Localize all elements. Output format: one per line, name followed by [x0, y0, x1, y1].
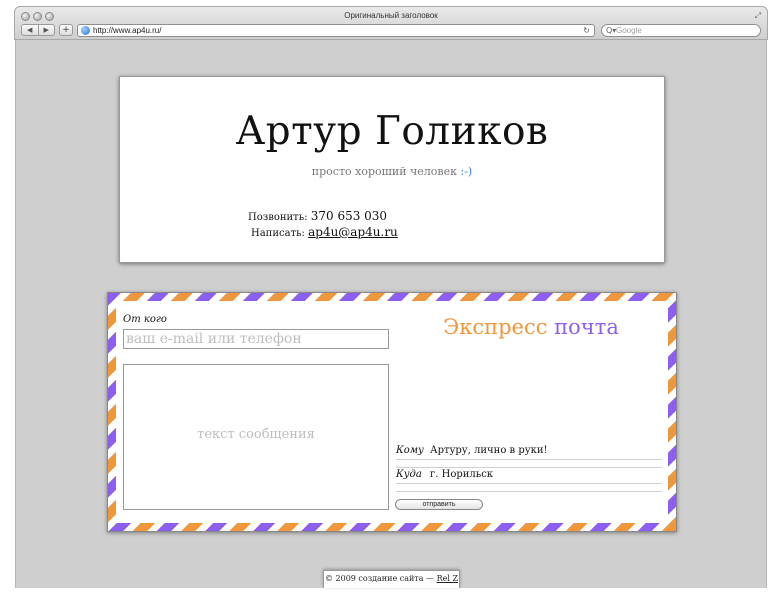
window-title: Оригинальный заголовок [344, 11, 438, 20]
email-row: Написать: ap4u@ap4u.ru [248, 225, 398, 241]
forward-button[interactable]: ▶ [39, 25, 55, 35]
tagline-text: просто хороший человек [311, 165, 457, 178]
footer: © 2009 создание сайта — Rel Z [323, 570, 460, 588]
footer-text: © 2009 создание сайта — [324, 574, 435, 583]
send-button[interactable]: отправить [395, 499, 483, 510]
search-icon[interactable]: Q▾ [606, 25, 616, 36]
fullscreen-icon[interactable]: ⤢ [755, 11, 761, 21]
phone-row: Позвонить: 370 653 030 [248, 209, 398, 225]
where-row: Куда г. Норильск [396, 467, 662, 492]
phone-label: Позвонить: [248, 212, 308, 223]
headline-mail: почта [554, 315, 619, 339]
url-text[interactable]: http://www.ap4u.ru/ [93, 25, 161, 36]
from-field[interactable] [123, 329, 389, 349]
reload-icon[interactable]: ↻ [583, 25, 590, 36]
to-row: Кому Артуру, лично в руки! [396, 443, 662, 468]
phone-number: 370 653 030 [310, 209, 388, 223]
to-value: Артуру, лично в руки! [430, 445, 548, 456]
browser-window: Оригинальный заголовок ⤢ ◀ ▶ + http://ww… [0, 0, 782, 609]
page-title: Артур Голиков [235, 109, 549, 154]
from-label: От кого [123, 314, 167, 325]
address-bar[interactable]: http://www.ap4u.ru/ ↻ [77, 24, 595, 37]
message-field[interactable] [123, 364, 389, 510]
where-value: г. Норильск [430, 469, 494, 480]
nav-buttons: ◀ ▶ [21, 24, 55, 36]
browser-toolbar: ◀ ▶ + http://www.ap4u.ru/ ↻ Q▾ [15, 22, 767, 40]
search-bar[interactable]: Q▾ [601, 24, 761, 37]
page-viewport: Артур Голиков просто хороший человек :-)… [15, 40, 767, 588]
tagline: просто хороший человек :-) [120, 165, 664, 178]
footer-link[interactable]: Rel Z [437, 574, 458, 583]
header-card: Артур Голиков просто хороший человек :-)… [119, 76, 665, 263]
browser-chrome: Оригинальный заголовок ⤢ ◀ ▶ + http://ww… [14, 6, 768, 40]
globe-icon [81, 26, 90, 35]
search-input[interactable] [616, 25, 756, 36]
express-mail-headline: Экспресс почта [400, 315, 662, 339]
headline-express: Экспресс [443, 315, 548, 339]
where-underline [396, 491, 662, 492]
where-label: Куда [396, 469, 422, 480]
add-bookmark-button[interactable]: + [59, 24, 73, 36]
envelope-body: От кого Экспресс почта Кому Артуру, личн… [116, 301, 668, 523]
smiley: :-) [460, 165, 473, 178]
back-button[interactable]: ◀ [22, 25, 39, 35]
to-label: Кому [396, 445, 424, 456]
email-link[interactable]: ap4u@ap4u.ru [308, 225, 398, 239]
envelope-form: От кого Экспресс почта Кому Артуру, личн… [107, 292, 677, 532]
email-label: Написать: [251, 228, 305, 239]
contacts: Позвонить: 370 653 030 Написать: ap4u@ap… [248, 209, 398, 241]
